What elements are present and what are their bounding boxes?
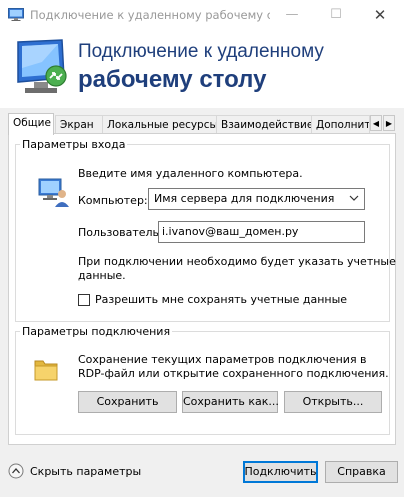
collapse-options-icon[interactable] xyxy=(8,463,24,479)
tab-general[interactable]: Общие xyxy=(8,113,54,135)
open-button[interactable]: Открыть... xyxy=(284,391,382,413)
close-button[interactable]: ✕ xyxy=(358,0,402,30)
hide-options-link[interactable]: Скрыть параметры xyxy=(30,465,141,478)
tab-local-resources[interactable]: Локальные ресурсы xyxy=(102,115,217,133)
banner-title-line1: Подключение к удаленному xyxy=(78,41,324,62)
save-credentials-checkbox[interactable] xyxy=(78,294,90,306)
minimize-button[interactable]: — xyxy=(270,0,314,30)
tab-panel-general: Параметры входа Введите имя удаленного к… xyxy=(8,133,396,445)
header-banner: Подключение к удаленному рабочему столу xyxy=(0,30,404,108)
credentials-info-line1: При подключении необходимо будет указать… xyxy=(78,255,396,268)
connection-desc-line2: RDP-файл или открытие сохраненного подкл… xyxy=(78,367,389,380)
tab-strip: Общие Экран Локальные ресурсы Взаимодейс… xyxy=(8,113,396,135)
chevron-down-icon xyxy=(349,195,359,201)
computer-label: Компьютер: xyxy=(78,194,148,207)
connection-desc-line1: Сохранение текущих параметров подключени… xyxy=(78,353,367,366)
save-as-button[interactable]: Сохранить как... xyxy=(182,391,279,413)
login-group-legend: Параметры входа xyxy=(22,138,126,151)
login-settings-group: Параметры входа Введите имя удаленного к… xyxy=(15,138,396,322)
help-button[interactable]: Справка xyxy=(325,461,398,483)
user-label: Пользователь: xyxy=(78,226,163,239)
credentials-info-line2: данные. xyxy=(78,269,126,282)
connection-settings-group: Параметры подключения Сохранение текущих… xyxy=(15,325,390,435)
computer-user-icon xyxy=(38,178,69,207)
tab-scroll-left-icon[interactable]: ◀ xyxy=(370,115,382,131)
tab-experience[interactable]: Взаимодействие xyxy=(216,115,312,133)
computer-value: Имя сервера для подключения xyxy=(154,192,335,205)
tab-display[interactable]: Экран xyxy=(55,115,103,133)
connection-group-legend: Параметры подключения xyxy=(22,325,171,338)
window-title: Подключение к удаленному рабочему с... xyxy=(30,8,270,22)
remote-desktop-logo-icon xyxy=(17,39,67,93)
tab-scroll-right-icon[interactable]: ▶ xyxy=(383,115,395,131)
computer-prompt-text: Введите имя удаленного компьютера. xyxy=(78,167,303,180)
remote-desktop-icon xyxy=(8,8,24,21)
save-button[interactable]: Сохранить xyxy=(78,391,177,413)
title-bar: Подключение к удаленному рабочему с... —… xyxy=(0,0,404,30)
maximize-button[interactable]: ☐ xyxy=(314,0,358,30)
connect-button[interactable]: Подключить xyxy=(243,461,318,483)
user-value: i.ivanov@ваш_домен.ру xyxy=(162,225,299,238)
save-credentials-label[interactable]: Разрешить мне сохранять учетные данные xyxy=(95,293,347,306)
banner-title-line2: рабочему столу xyxy=(78,66,267,93)
tab-advanced[interactable]: Дополнит xyxy=(311,115,370,133)
user-input[interactable]: i.ivanov@ваш_домен.ру xyxy=(158,221,365,243)
folder-icon xyxy=(34,360,58,381)
computer-combobox[interactable]: Имя сервера для подключения xyxy=(148,188,365,210)
